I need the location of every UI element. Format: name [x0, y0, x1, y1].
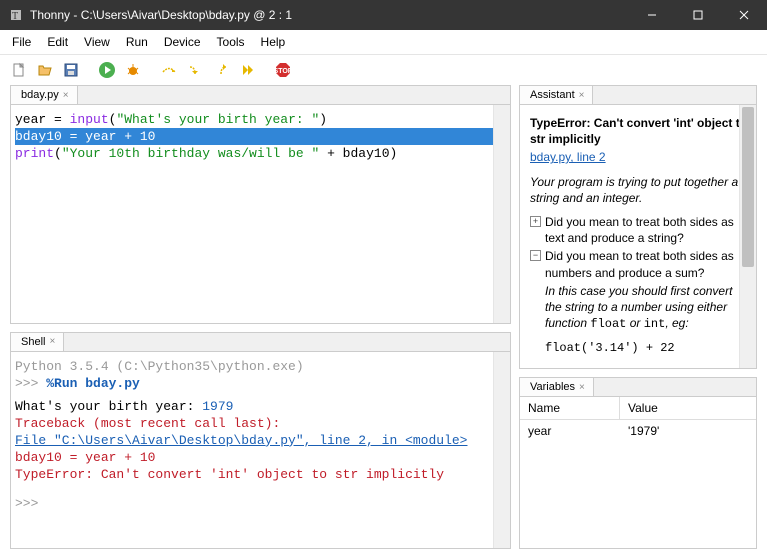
scrollbar[interactable]	[739, 105, 756, 368]
var-value: '1979'	[620, 420, 667, 442]
assistant-tab-label: Assistant	[530, 89, 575, 101]
plus-icon[interactable]: +	[530, 216, 541, 227]
minus-icon[interactable]: −	[530, 250, 541, 261]
menu-file[interactable]: File	[4, 32, 39, 52]
menu-device[interactable]: Device	[156, 32, 209, 52]
variables-header: Name Value	[520, 397, 756, 420]
step-into-icon[interactable]	[184, 59, 206, 81]
assistant-tab[interactable]: Assistant ×	[520, 86, 593, 104]
close-button[interactable]	[721, 0, 767, 30]
close-icon[interactable]: ×	[63, 90, 69, 101]
window-title: Thonny - C:\Users\Aivar\Desktop\bday.py …	[30, 8, 629, 22]
close-icon[interactable]: ×	[579, 382, 585, 393]
resume-icon[interactable]	[236, 59, 258, 81]
col-value-header[interactable]: Value	[620, 397, 666, 419]
svg-text:STOP: STOP	[274, 68, 292, 75]
menu-tools[interactable]: Tools	[209, 32, 253, 52]
maximize-button[interactable]	[675, 0, 721, 30]
editor-tab[interactable]: bday.py ×	[11, 86, 78, 104]
variables-body: Name Value year '1979'	[520, 397, 756, 548]
shell-panel: Shell × Python 3.5.4 (C:\Python35\python…	[10, 332, 511, 549]
assistant-error-link[interactable]: bday.py, line 2	[530, 149, 606, 165]
scrollbar[interactable]	[493, 105, 510, 323]
table-row[interactable]: year '1979'	[520, 420, 756, 442]
step-out-icon[interactable]	[210, 59, 232, 81]
menu-run[interactable]: Run	[118, 32, 156, 52]
svg-text:T: T	[12, 11, 18, 22]
open-file-icon[interactable]	[34, 59, 56, 81]
toolbar: STOP	[0, 55, 767, 85]
stop-icon[interactable]: STOP	[272, 59, 294, 81]
menu-edit[interactable]: Edit	[39, 32, 76, 52]
var-name: year	[520, 420, 620, 442]
col-name-header[interactable]: Name	[520, 397, 620, 419]
variables-tab-label: Variables	[530, 381, 575, 393]
menu-help[interactable]: Help	[253, 32, 294, 52]
app-icon: T	[8, 7, 24, 23]
menubar: File Edit View Run Device Tools Help	[0, 30, 767, 55]
scrollbar[interactable]	[493, 352, 510, 548]
minimize-button[interactable]	[629, 0, 675, 30]
assistant-panel: Assistant × TypeError: Can't convert 'in…	[519, 85, 757, 369]
debug-icon[interactable]	[122, 59, 144, 81]
variables-panel: Variables × Name Value year '1979'	[519, 377, 757, 549]
editor-tab-label: bday.py	[21, 89, 59, 101]
run-icon[interactable]	[96, 59, 118, 81]
assistant-hint-collapsed[interactable]: + Did you mean to treat both sides as te…	[530, 214, 748, 246]
new-file-icon[interactable]	[8, 59, 30, 81]
close-icon[interactable]: ×	[579, 90, 585, 101]
assistant-intro: Your program is trying to put together a…	[530, 174, 748, 206]
shell-tab[interactable]: Shell ×	[11, 333, 64, 351]
traceback-link[interactable]: File "C:\Users\Aivar\Desktop\bday.py", l…	[15, 433, 467, 448]
editor-body[interactable]: year = input("What's your birth year: ")…	[11, 105, 510, 323]
save-file-icon[interactable]	[60, 59, 82, 81]
close-icon[interactable]: ×	[49, 336, 55, 347]
highlighted-line: bday10 = year + 10	[15, 128, 510, 145]
step-over-icon[interactable]	[158, 59, 180, 81]
assistant-error-title: TypeError: Can't convert 'int' object to…	[530, 115, 748, 147]
editor-panel: bday.py × year = input("What's your birt…	[10, 85, 511, 324]
variables-tab[interactable]: Variables ×	[520, 378, 594, 396]
titlebar: T Thonny - C:\Users\Aivar\Desktop\bday.p…	[0, 0, 767, 30]
shell-tab-label: Shell	[21, 336, 45, 348]
menu-view[interactable]: View	[76, 32, 118, 52]
assistant-hint-expanded[interactable]: − Did you mean to treat both sides as nu…	[530, 248, 748, 356]
shell-body[interactable]: Python 3.5.4 (C:\Python35\python.exe) >>…	[11, 352, 510, 548]
